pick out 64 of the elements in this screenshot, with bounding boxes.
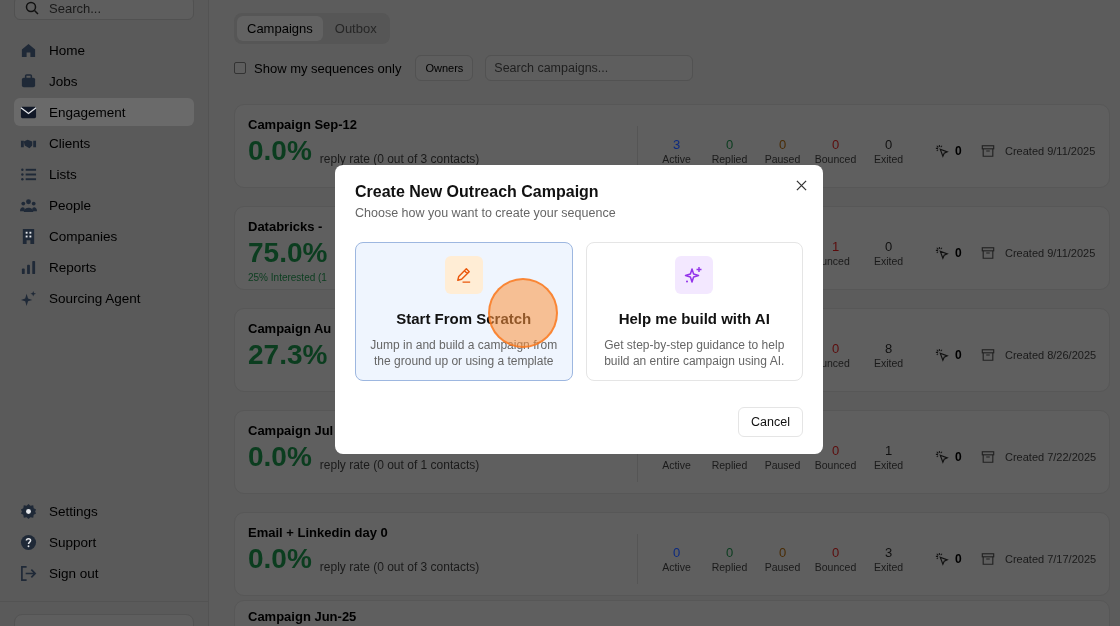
stat-value: 0 xyxy=(831,443,840,459)
reply-rate: 0.0% xyxy=(248,441,312,473)
checkbox-label: Show my sequences only xyxy=(254,60,402,76)
stat-value: 0 xyxy=(884,239,893,255)
click-count: 0 xyxy=(955,246,962,260)
click-count: 0 xyxy=(955,552,962,566)
stat-value: 0 xyxy=(725,137,734,153)
stat-label: Paused xyxy=(764,153,801,165)
stat-value: 1 xyxy=(831,239,840,255)
stat-label: Active xyxy=(662,153,691,165)
reply-rate: 0.0% xyxy=(248,543,312,575)
stat-value: 8 xyxy=(884,341,893,357)
click-count: 0 xyxy=(955,144,962,158)
stat-value: 3 xyxy=(672,137,681,153)
reply-rate-detail: reply rate (0 out of 3 contacts) xyxy=(319,152,480,167)
reply-rate: 75.0% xyxy=(248,237,328,269)
stat-label: Exited xyxy=(873,153,904,165)
stat-label: Replied xyxy=(711,459,748,471)
stat-label: Replied xyxy=(711,153,748,165)
campaign-title: Databricks - xyxy=(248,219,323,234)
campaign-title: Email + Linkedin day 0 xyxy=(248,525,388,540)
stat-value: 0 xyxy=(831,545,840,561)
reply-rate: 0.0% xyxy=(248,135,312,167)
option-title: Help me build with AI xyxy=(618,310,770,327)
click-count: 0 xyxy=(955,450,962,464)
created-date: Created 7/22/2025 xyxy=(1005,450,1097,464)
stat-value: 1 xyxy=(884,443,893,459)
stat-label: Exited xyxy=(873,357,904,369)
stat-value: 0 xyxy=(725,545,734,561)
stat-label: Exited xyxy=(873,459,904,471)
stat-label: Bounced xyxy=(814,561,857,573)
stat-label: Exited xyxy=(873,561,904,573)
click-count: 0 xyxy=(955,348,962,362)
option-title: Start From Scratch xyxy=(396,310,532,327)
stat-label: Bounced xyxy=(814,459,857,471)
created-date: Created 8/26/2025 xyxy=(1005,348,1097,362)
campaign-title: Campaign Au xyxy=(248,321,332,336)
stat-value: 0 xyxy=(831,341,840,357)
stat-label: Active xyxy=(662,459,691,471)
reply-rate-detail: reply rate (0 out of 1 contacts) xyxy=(319,458,480,473)
campaign-title: Campaign Jul xyxy=(248,423,334,438)
stat-label: Paused xyxy=(764,459,801,471)
stat-label: Exited xyxy=(873,255,904,267)
stat-label: Replied xyxy=(711,561,748,573)
interest-note: 25% Interested (1 xyxy=(248,272,327,283)
created-date: Created 9/11/2025 xyxy=(1005,144,1097,158)
stat-value: 0 xyxy=(778,137,787,153)
created-date: Created 7/17/2025 xyxy=(1005,552,1097,566)
stat-value: 0 xyxy=(778,545,787,561)
stat-label: Paused xyxy=(764,561,801,573)
stat-value: 0 xyxy=(831,137,840,153)
campaign-title: Campaign Jun-25 xyxy=(248,609,357,624)
reply-rate: 27.3% xyxy=(248,339,328,371)
stat-value: 3 xyxy=(884,545,893,561)
option-description: Jump in and build a campaign from the ground up or using a template xyxy=(369,337,559,369)
option-description: Get step-by-step guidance to help build an entire campaign using AI. xyxy=(603,337,786,369)
created-date: Created 9/11/2025 xyxy=(1005,246,1097,260)
campaign-title: Campaign Sep-12 xyxy=(248,117,358,132)
reply-rate-detail: reply rate (0 out of 3 contacts) xyxy=(319,560,480,575)
dialog-subtitle: Choose how you want to create your sequence xyxy=(355,206,617,220)
stat-label: Active xyxy=(662,561,691,573)
stat-value: 0 xyxy=(884,137,893,153)
stat-value: 0 xyxy=(672,545,681,561)
stat-label: Bounced xyxy=(814,153,857,165)
